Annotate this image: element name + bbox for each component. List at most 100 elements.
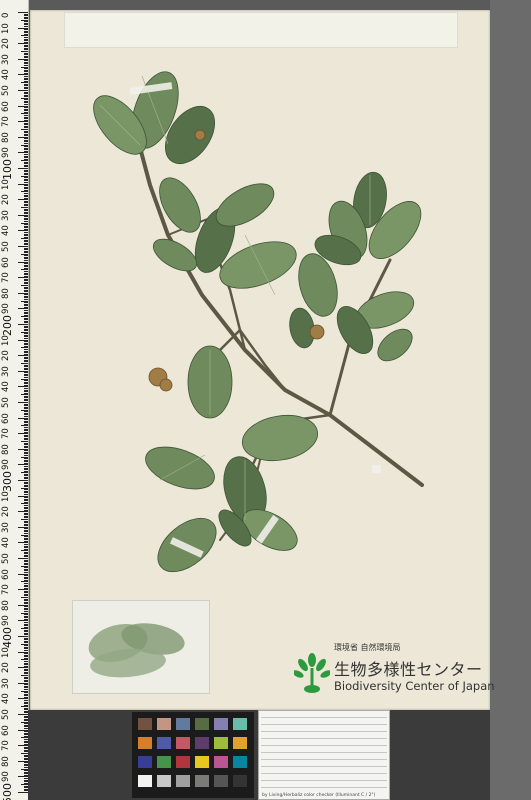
ruler-label: 40	[1, 693, 11, 705]
color-swatch	[233, 737, 247, 749]
ruler-label: 40	[1, 537, 11, 549]
color-swatch	[157, 775, 171, 787]
ruler-label: 60	[1, 568, 11, 580]
card-grid-line	[261, 787, 387, 788]
card-grid-line	[261, 780, 387, 781]
ruler-label: 10	[1, 334, 11, 346]
ruler-label: 200	[1, 315, 14, 336]
card-grid-line	[261, 731, 387, 732]
color-swatch	[214, 775, 228, 787]
ruler-label: 50	[1, 397, 11, 408]
background-strip	[490, 0, 531, 800]
center-name-japanese: 生物多様性センター	[334, 660, 483, 679]
color-swatch	[214, 718, 228, 730]
ruler-label: 70	[1, 584, 11, 596]
color-swatch	[176, 775, 190, 787]
card-grid-line	[261, 752, 387, 753]
color-checker-chart	[132, 712, 254, 798]
ruler-label: 40	[1, 69, 11, 81]
ruler-label: 20	[1, 350, 11, 362]
color-swatch	[233, 775, 247, 787]
card-grid-line	[261, 773, 387, 774]
ministry-label: 環境省 自然環境局	[334, 643, 401, 652]
ruler-label: 70	[1, 116, 11, 128]
card-grid-line	[261, 717, 387, 718]
color-swatch	[195, 775, 209, 787]
ruler-label: 90	[1, 459, 11, 471]
card-grid-line	[261, 759, 387, 760]
color-swatch	[214, 756, 228, 768]
color-swatch	[176, 737, 190, 749]
color-swatch	[195, 718, 209, 730]
ruler-label: 90	[1, 147, 11, 159]
color-swatch	[157, 737, 171, 749]
ruler-label: 100	[1, 159, 14, 180]
ruler-label: 70	[1, 740, 11, 752]
fragment-envelope	[72, 600, 210, 694]
ruler-label: 30	[1, 521, 11, 533]
envelope-leaves	[88, 623, 185, 678]
color-swatch	[233, 718, 247, 730]
measuring-ruler: 0 10 20 30 40 50 60 70 80 90 100 10 20 30 40 50 60 70 80 90…	[0, 0, 29, 800]
color-swatch	[176, 756, 190, 768]
card-grid-line	[261, 738, 387, 739]
color-swatch	[138, 737, 152, 749]
ruler-label: 50	[1, 241, 11, 252]
color-swatch	[195, 756, 209, 768]
ruler-label: 80	[1, 755, 11, 767]
ruler-label: 60	[1, 256, 11, 268]
color-swatch	[157, 756, 171, 768]
ruler-label: 30	[1, 53, 11, 65]
ruler-label: 20	[1, 194, 11, 206]
ruler-label: 10	[1, 646, 11, 658]
ruler-label: 50	[1, 709, 11, 720]
ruler-label: 60	[1, 100, 11, 112]
ruler-label: 30	[1, 677, 11, 689]
institution-logo: 環境省 自然環境局 生物多様性センター Biodiversity Center …	[294, 643, 495, 698]
card-grid-line	[261, 766, 387, 767]
card-grid-line	[261, 745, 387, 746]
plant-logo-icon	[294, 653, 330, 693]
ruler-label: 80	[1, 287, 11, 299]
ruler-label: 20	[1, 662, 11, 674]
color-swatch	[195, 737, 209, 749]
color-swatch	[138, 756, 152, 768]
ruler-label: 400	[1, 627, 14, 648]
leaves	[93, 71, 422, 573]
ruler-label: 10	[1, 490, 11, 502]
color-swatch	[176, 718, 190, 730]
ruler-label: 80	[1, 443, 11, 455]
color-swatch	[138, 775, 152, 787]
card-caption: by Living/Herbaliz color checker (Illumi…	[262, 793, 376, 798]
ruler-label: 0	[1, 12, 11, 18]
ruler-label: 90	[1, 615, 11, 627]
ruler-label: 90	[1, 771, 11, 783]
card-grid-line	[261, 724, 387, 725]
ruler-label: 20	[1, 38, 11, 50]
color-reference-card: by Living/Herbaliz color checker (Illumi…	[258, 710, 390, 800]
ruler-label: 70	[1, 272, 11, 284]
ruler-label: 10	[1, 22, 11, 34]
ruler-label: 50	[1, 85, 11, 96]
ruler-label: 40	[1, 381, 11, 393]
ruler-label: 300	[1, 471, 14, 492]
ruler-label: 30	[1, 209, 11, 221]
ruler-label: 80	[1, 131, 11, 143]
ruler-label: 30	[1, 365, 11, 377]
ruler-label: 500	[1, 783, 14, 800]
ruler-label: 80	[1, 599, 11, 611]
color-swatch	[233, 756, 247, 768]
ruler-label: 90	[1, 303, 11, 315]
ruler-label: 20	[1, 506, 11, 518]
ruler-label: 60	[1, 724, 11, 736]
ruler-label: 10	[1, 178, 11, 190]
ruler-tick	[18, 792, 28, 793]
ruler-label: 40	[1, 225, 11, 237]
ruler-label: 50	[1, 553, 11, 564]
color-swatch	[157, 718, 171, 730]
color-swatch	[138, 718, 152, 730]
color-swatch	[214, 737, 228, 749]
ruler-label: 60	[1, 412, 11, 424]
center-name-english: Biodiversity Center of Japan	[334, 679, 495, 693]
ruler-label: 70	[1, 428, 11, 440]
